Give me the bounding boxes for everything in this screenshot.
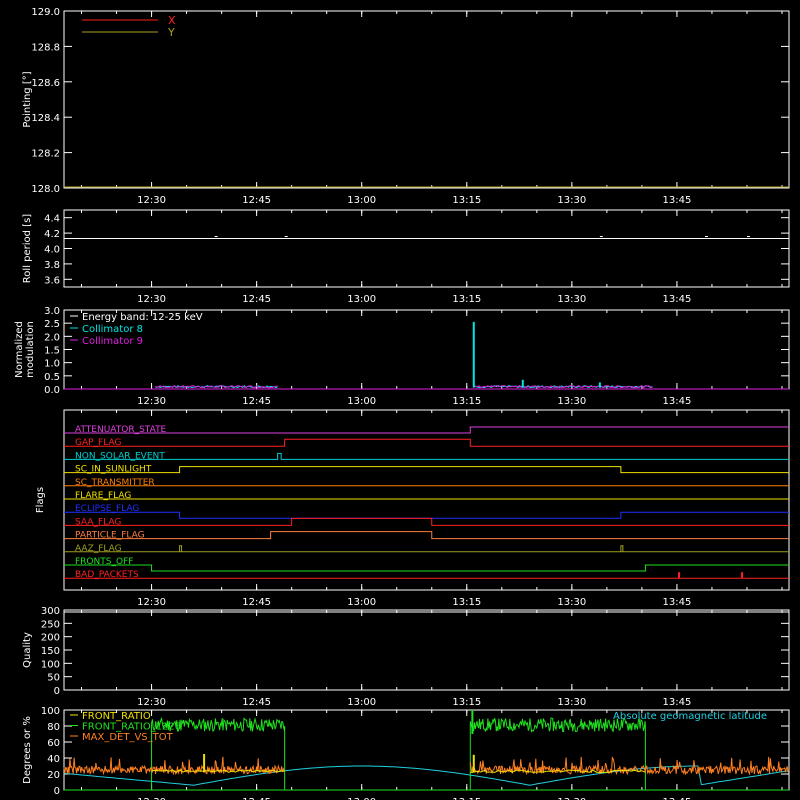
y-tick-label: 3.8 [44, 260, 60, 271]
x-tick-label: 12:30 [137, 294, 166, 305]
flag-line-saa-flag [64, 517, 789, 526]
y-tick-label: 128.0 [31, 184, 60, 195]
x-tick-label: 12:45 [242, 396, 271, 407]
y-axis-label: Roll period [s] [22, 214, 33, 283]
x-tick-label: 13:00 [347, 294, 376, 305]
y-tick-label: 0 [54, 686, 60, 697]
y-tick-label: 300 [41, 606, 60, 617]
y-tick-label: 60 [47, 738, 60, 749]
x-tick-label: 13:45 [663, 396, 692, 407]
legend-label: Energy band: 12-25 keV [82, 312, 203, 323]
panel-frame [63, 609, 790, 691]
y-tick-label: 128.8 [31, 42, 60, 53]
y-axis-label: Quality [22, 632, 33, 668]
y-axis-label: Normalized [14, 321, 25, 378]
y-tick-label: 100 [41, 706, 60, 717]
x-tick-label: 13:15 [452, 294, 481, 305]
y-tick-label: 128.4 [31, 113, 60, 124]
y-tick-label: 4.4 [44, 214, 60, 225]
y-tick-label: 20 [47, 770, 60, 781]
x-tick-label: 12:45 [242, 597, 271, 608]
x-tick-label: 12:30 [137, 597, 166, 608]
x-tick-label: 12:45 [242, 195, 271, 206]
y-tick-label: 250 [41, 619, 60, 630]
y-tick-label: 150 [41, 646, 60, 657]
aaz-pulse [620, 545, 624, 552]
y-axis-label: Pointing [°] [22, 71, 33, 127]
y-tick-label: 128.6 [31, 78, 60, 89]
y-tick-label: 2.5 [44, 319, 60, 330]
x-tick-label: 13:15 [452, 597, 481, 608]
y-axis-label: Degrees or % [22, 716, 33, 784]
x-tick-label: 13:30 [557, 697, 586, 708]
x-tick-label: 13:45 [663, 597, 692, 608]
y-tick-label: 0 [54, 786, 60, 797]
y-tick-label: 128.2 [31, 149, 60, 160]
y-tick-label: 1.5 [44, 346, 60, 357]
x-tick-label: 13:30 [557, 396, 586, 407]
x-tick-label: 12:45 [242, 294, 271, 305]
panel-frame [63, 409, 790, 591]
x-tick-label: 13:15 [452, 195, 481, 206]
summary-plot: 12:30 12:45 13:00 13:15 13:30 13:45 128.0 128.2… [14, 7, 790, 800]
y-tick-label: 3.0 [44, 306, 60, 317]
y-tick-label: 4.0 [44, 245, 60, 256]
series-geomagnetic-latitude [63, 765, 790, 786]
x-tick-label: 13:00 [347, 697, 376, 708]
legend-label: FRONT_RATIO [82, 711, 151, 722]
flag-line-gap-flag [64, 438, 789, 447]
flag-line-sc-in-sunlight [64, 466, 789, 474]
aaz-pulse [179, 545, 183, 552]
panel-frame [63, 209, 790, 288]
x-tick-label: 12:30 [137, 697, 166, 708]
flag-line-fronts-off [64, 564, 789, 572]
x-tick-label: 12:30 [137, 195, 166, 206]
y-tick-label: 0.0 [44, 385, 60, 396]
y-tick-label: 40 [47, 754, 60, 765]
y-tick-label: 100 [41, 659, 60, 670]
legend-label: Collimator 8 [82, 324, 143, 335]
x-tick-label: 13:30 [557, 597, 586, 608]
y-axis-label: Flags [35, 487, 46, 513]
flag-line-eclipse-flag [64, 511, 789, 519]
flag-line-attenuator-state [64, 426, 789, 434]
x-tick-label: 13:00 [347, 597, 376, 608]
y-tick-label: 1.0 [44, 359, 60, 370]
y-tick-label: 50 [47, 673, 60, 684]
y-tick-label: 4.2 [44, 229, 60, 240]
legend-label: Collimator 9 [82, 336, 143, 347]
y-tick-label: 3.6 [44, 275, 60, 286]
x-tick-label: 13:45 [663, 195, 692, 206]
x-tick-label: 13:45 [663, 697, 692, 708]
legend-label: MAX_DET_VS_TOT [82, 732, 174, 743]
x-tick-label: 12:30 [137, 396, 166, 407]
x-tick-label: 13:15 [452, 697, 481, 708]
y-axis-label: modulation [25, 321, 36, 378]
y-tick-label: 80 [47, 722, 60, 733]
x-tick-label: 13:30 [557, 195, 586, 206]
x-tick-label: 13:15 [452, 396, 481, 407]
x-tick-label: 13:45 [663, 294, 692, 305]
y-tick-label: 2.0 [44, 332, 60, 343]
x-tick-label: 13:30 [557, 294, 586, 305]
y-tick-label: 129.0 [31, 7, 60, 18]
legend-label-y: Y [167, 26, 175, 39]
flag-line-non-solar-event [64, 452, 789, 460]
y-tick-label: 0.5 [44, 372, 60, 383]
x-tick-label: 13:00 [347, 396, 376, 407]
annotation-geomagnetic-latitude: Absolute geomagnetic latitude [613, 711, 767, 722]
x-tick-label: 12:45 [242, 697, 271, 708]
x-tick-label: 13:00 [347, 195, 376, 206]
y-tick-label: 200 [41, 633, 60, 644]
flag-line-particle-flag [64, 531, 789, 540]
series-max-det-vs-tot [469, 756, 790, 776]
legend-label: FRONT_RATIO_1226 [82, 722, 181, 733]
